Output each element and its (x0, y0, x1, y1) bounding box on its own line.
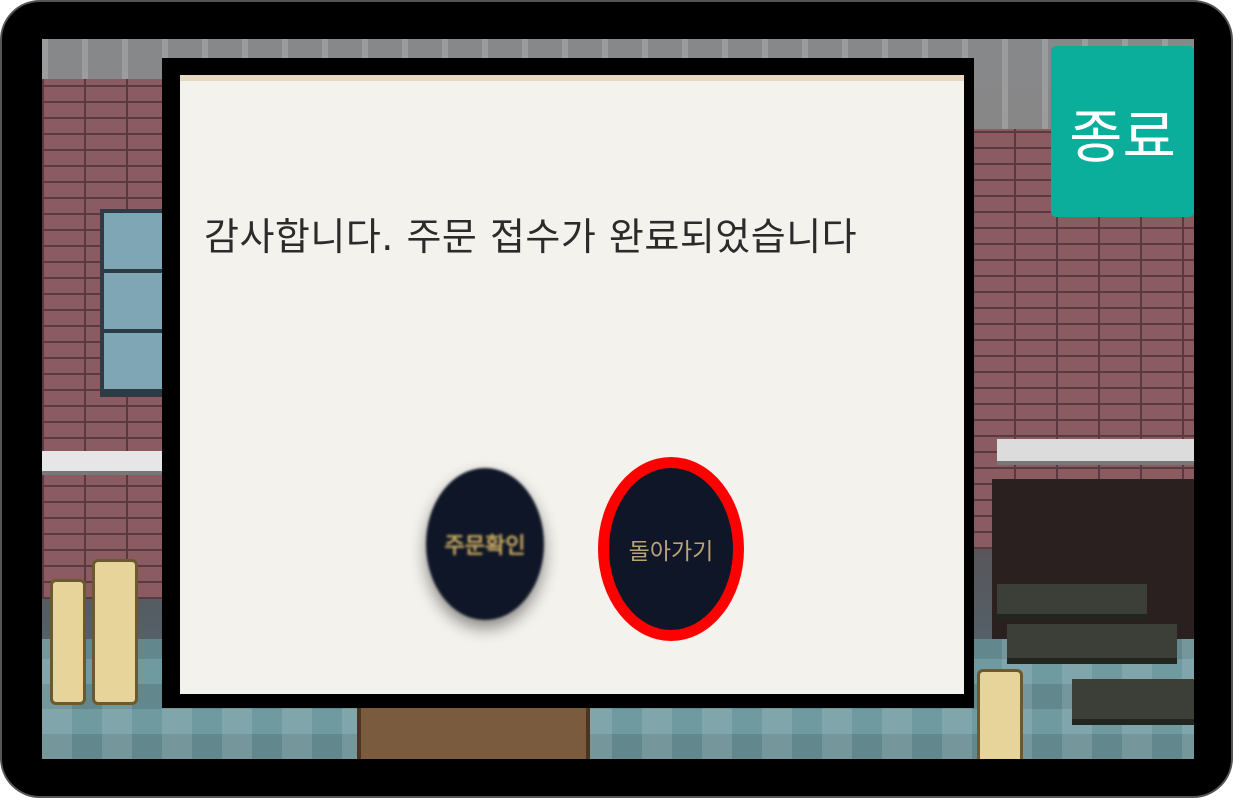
confirm-order-label: 주문확인 (444, 534, 526, 559)
confirm-order-button[interactable]: 주문확인 (426, 468, 544, 620)
back-button[interactable]: 돌아가기 (598, 457, 744, 641)
table-right-1 (997, 584, 1147, 620)
door-bottom (357, 699, 590, 759)
back-label: 돌아가기 (628, 539, 714, 565)
chair-left-1 (50, 579, 86, 705)
order-complete-message: 감사합니다. 주문 접수가 완료되었습니다 (204, 215, 858, 259)
exit-label: 종료 (1069, 102, 1176, 171)
chair-left-2 (92, 559, 138, 705)
table-right-2 (1007, 624, 1177, 664)
chair-right-1 (977, 669, 1023, 759)
counter-left (42, 451, 162, 475)
order-complete-popup: 감사합니다. 주문 접수가 완료되었습니다 주문확인 돌아가기 (180, 75, 964, 694)
tablet-frame: 감사합니다. 주문 접수가 완료되었습니다 주문확인 돌아가기 종료 (0, 0, 1233, 798)
table-right-3 (1072, 679, 1194, 725)
exit-button[interactable]: 종료 (1051, 46, 1194, 217)
counter-right (997, 439, 1194, 465)
